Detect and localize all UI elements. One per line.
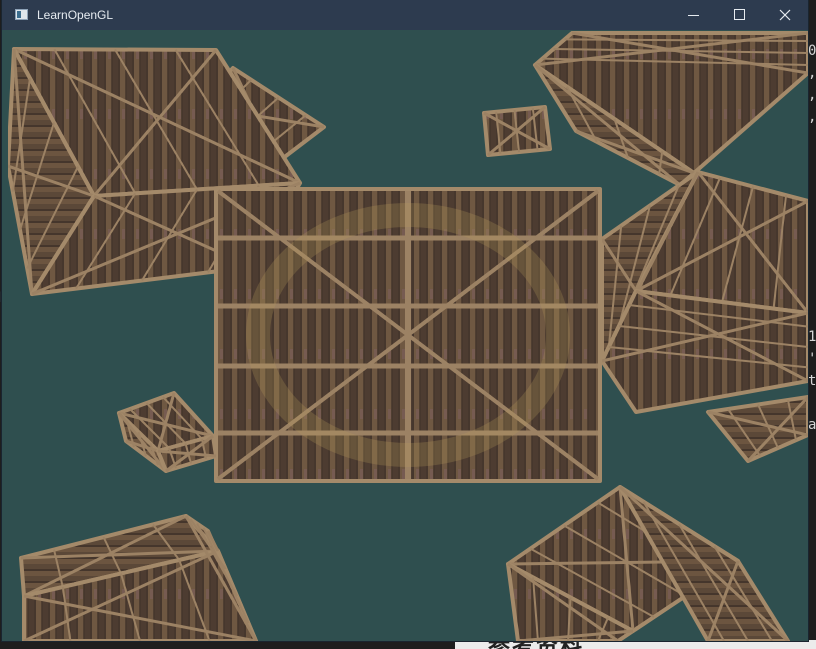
background-code-glyph: , [808,109,816,125]
crate-small-top-middle-face-0 [482,105,552,157]
close-icon [779,9,791,21]
crate-right-face-2 [600,289,808,414]
background-code-glyph: , [808,65,816,81]
crate-bottom-right [506,485,790,641]
background-code-glyph [808,172,816,194]
maximize-icon [734,9,745,20]
crate-bottom-left [19,514,258,641]
opengl-viewport[interactable] [8,31,808,641]
background-code-glyph: 0 [808,43,816,59]
close-button[interactable] [762,0,808,30]
background-code-glyph: 1 [808,329,816,345]
crate-right-face-2-panel [600,289,808,414]
window-title: LearnOpenGL [37,8,114,22]
maximize-button[interactable] [716,0,762,30]
background-code-glyph [808,150,816,172]
crate-right [600,170,808,463]
background-code-glyph: ' [808,351,816,367]
background-code-glyph [808,194,816,216]
minimize-icon [688,15,699,16]
background-code-glyph [808,238,816,260]
crate-center-front [214,187,602,483]
crate-scene [8,31,808,641]
app-icon [15,9,28,20]
background-right-code: 0,,, 1 ' t a [808,40,816,436]
background-code-glyph: a [808,417,816,433]
crate-right-face-3 [706,395,808,463]
background-code-glyph: t [808,373,816,389]
app-window: LearnOpenGL [2,0,808,641]
background-code-glyph [808,128,816,150]
minimize-button[interactable] [670,0,716,30]
background-code-glyph [808,216,816,238]
title-bar[interactable]: LearnOpenGL [2,0,808,30]
background-code-glyph [808,392,816,414]
crate-small-left-middle [117,391,218,473]
crate-small-top-middle [482,105,552,157]
background-code-glyph [808,282,816,304]
background-code-glyph [808,304,816,326]
background-code-glyph: , [808,87,816,103]
crate-top-right [533,31,808,187]
background-code-glyph [808,260,816,282]
